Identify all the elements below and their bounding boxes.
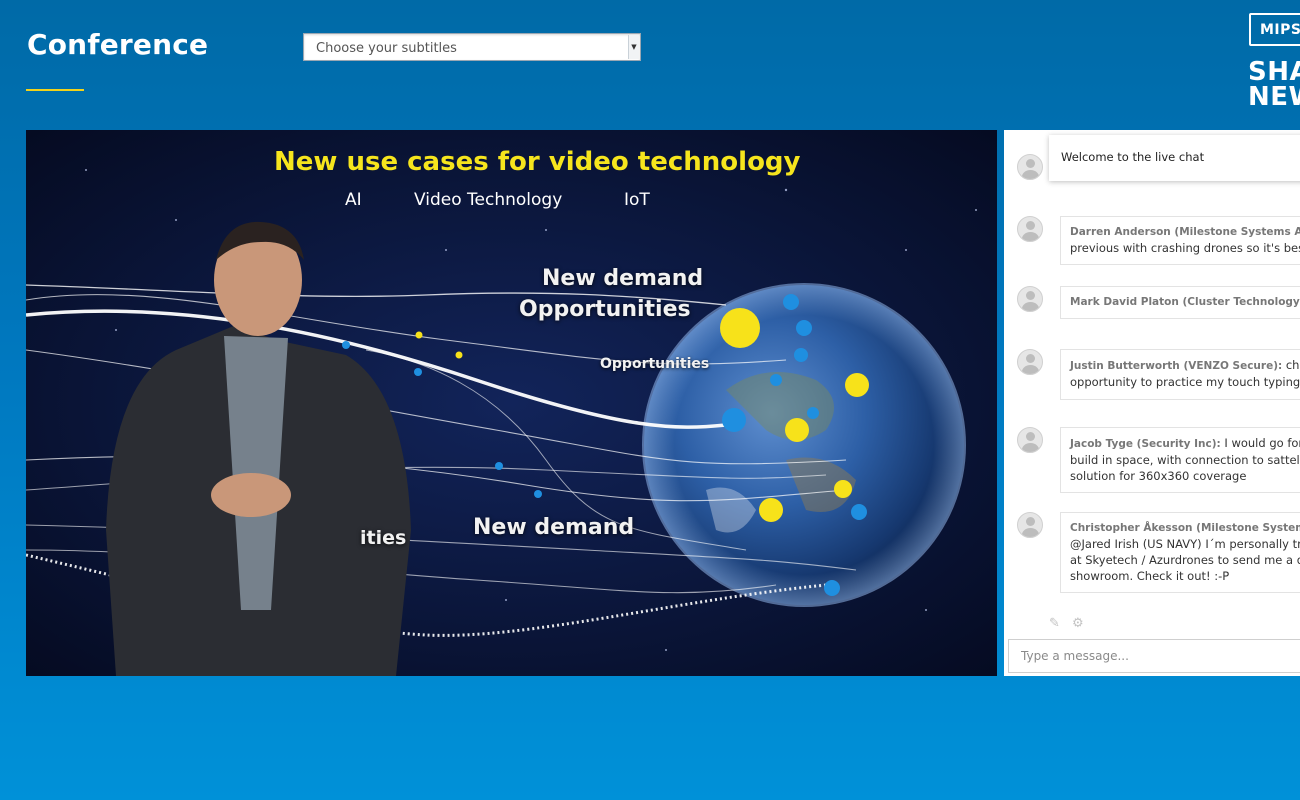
avatar [1017, 427, 1043, 453]
message-text: previous with crashing drones so it's be… [1070, 241, 1300, 255]
slide-label-partial: ities [360, 527, 407, 549]
page-title: Conference [27, 28, 209, 61]
video-frame [26, 130, 997, 676]
slide-label-opportunities-large: Opportunities [519, 297, 691, 322]
chevron-down-icon[interactable]: ▼ [628, 35, 639, 59]
chat-tools: ✎ ⚙ [1049, 616, 1092, 631]
subtitle-select[interactable]: Choose your subtitles ▼ [303, 33, 641, 61]
avatar [1017, 216, 1043, 242]
slide-label-new-demand-top: New demand [542, 266, 704, 291]
title-underline [26, 89, 84, 91]
slide-topic-iot: IoT [624, 190, 650, 210]
chat-message: Jacob Tyge (Security Inc): I would go fo… [1060, 427, 1300, 493]
chat-message: Christopher Åkesson (Milestone Systems A… [1060, 512, 1300, 593]
slide-topic-video: Video Technology [414, 190, 563, 210]
slide-topic-ai: AI [345, 190, 362, 210]
slide-label-new-demand-bottom: New demand [473, 515, 635, 540]
message-author: Darren Anderson (Milestone Systems A/S M… [1070, 226, 1300, 238]
message-text: solution for 360x360 coverage [1070, 469, 1247, 483]
message-text: I would go for a clo [1224, 436, 1300, 450]
slide-label-opportunities-small: Opportunities [600, 356, 710, 372]
gear-icon[interactable]: ⚙ [1072, 616, 1084, 631]
chat-message: Mark David Platon (Cluster Technology So… [1060, 286, 1300, 319]
message-text: at Skyetech / Azurdrones to send me a de… [1070, 553, 1300, 567]
message-text: build in space, with connection to satte… [1070, 453, 1300, 467]
message-author: Mark David Platon (Cluster Technology So… [1070, 296, 1300, 308]
chat-message: Justin Butterworth (VENZO Secure): chat … [1060, 349, 1300, 400]
brand-tagline-line2: NEW [1248, 82, 1300, 112]
avatar [1017, 512, 1043, 538]
message-text: opportunity to practice my touch typing! [1070, 375, 1300, 389]
message-author: Jacob Tyge (Security Inc): [1070, 438, 1221, 450]
pin-icon[interactable]: ✎ [1049, 616, 1060, 631]
chat-welcome-message: Welcome to the live chat [1049, 135, 1300, 181]
video-player[interactable]: New use cases for video technology AI Vi… [26, 130, 997, 676]
brand-badge[interactable]: MIPS [1249, 13, 1300, 46]
message-author: Justin Butterworth (VENZO Secure): [1070, 360, 1283, 372]
subtitle-select-value: Choose your subtitles [316, 41, 457, 56]
slide-title: New use cases for video technology [274, 147, 801, 177]
message-text: @Jared Irish (US NAVY) I´m personally tr… [1070, 537, 1300, 551]
live-chat-panel: Welcome to the live chat Darren Anderson… [1004, 130, 1300, 676]
avatar [1017, 349, 1043, 375]
message-text: showroom. Check it out! :-P [1070, 569, 1230, 583]
avatar [1017, 286, 1043, 312]
chat-message-input[interactable] [1008, 639, 1300, 673]
chat-message: Darren Anderson (Milestone Systems A/S M… [1060, 216, 1300, 265]
avatar [1017, 154, 1043, 180]
message-author: Christopher Åkesson (Milestone Systems A… [1070, 522, 1300, 534]
message-text: chat is a g [1285, 358, 1300, 372]
brand-tagline: SHA NEW [1248, 59, 1300, 112]
